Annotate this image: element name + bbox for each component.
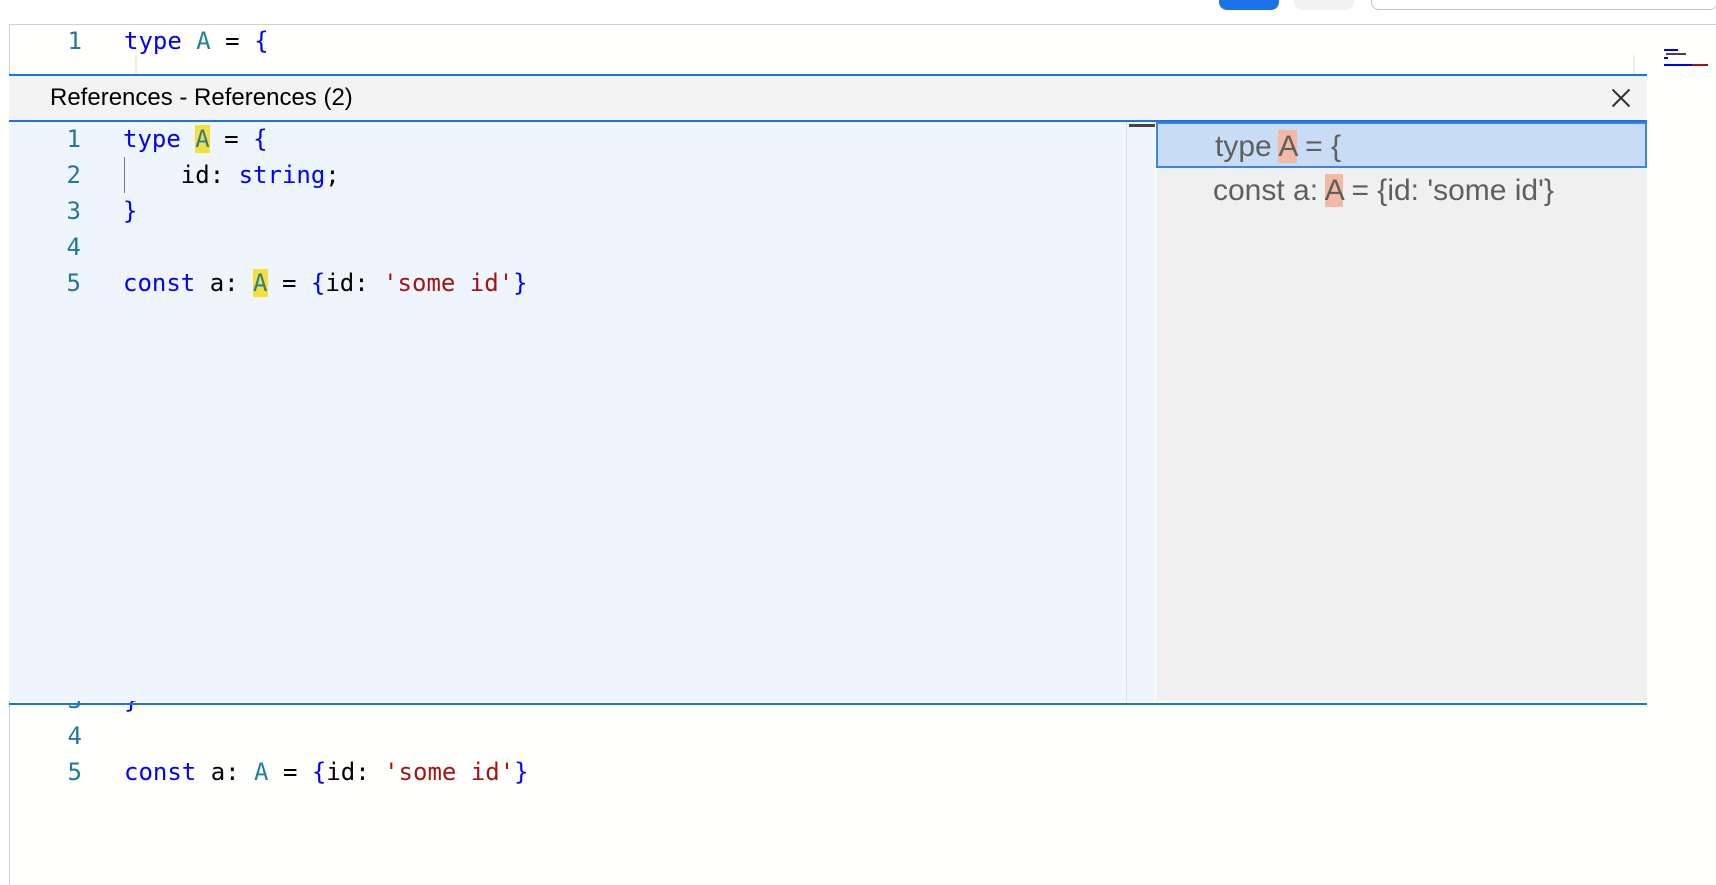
code-token: {: [254, 27, 269, 55]
reference-item[interactable]: const a: A = {id: 'some id'}: [1156, 168, 1647, 214]
toolbar-search-input[interactable]: [1371, 0, 1716, 10]
code-token: =: [268, 758, 312, 786]
code-token: A: [254, 758, 269, 786]
close-icon[interactable]: [1607, 84, 1635, 112]
code-token: const: [123, 269, 196, 297]
reference-text-after: = {id: 'some id'}: [1343, 174, 1554, 207]
peek-title: References - References (2): [50, 84, 353, 111]
code-token: a:: [195, 269, 254, 297]
line-number: 1: [67, 27, 82, 55]
toolbar-primary-button[interactable]: [1219, 0, 1279, 10]
toolbar-secondary-button[interactable]: [1294, 0, 1354, 10]
code-token: {: [310, 269, 326, 297]
line-number: 2: [66, 161, 81, 189]
line-number: 5: [67, 758, 82, 786]
reference-text-before: const a:: [1213, 174, 1325, 207]
code-token: id:: [325, 269, 384, 297]
line-number: 3: [66, 197, 81, 225]
code-token: }: [123, 197, 138, 225]
code-token: 'some id': [384, 758, 515, 786]
reference-text-after: = {: [1296, 130, 1341, 163]
references-peek-widget: References - References (2) 1 type A = {2…: [9, 74, 1647, 705]
peek-scrollbar-thumb[interactable]: [1129, 124, 1155, 127]
line-code: }: [123, 193, 137, 229]
code-token: A: [196, 27, 211, 55]
reference-highlight: A: [195, 125, 210, 153]
minimap[interactable]: [1664, 49, 1716, 89]
code-token: }: [513, 269, 528, 297]
references-list[interactable]: type A = {const a: A = {id: 'some id'}: [1156, 122, 1647, 701]
peek-editor[interactable]: 1 type A = {2 id: string; 3} 4 5 const a: A =…: [9, 122, 1126, 701]
line-number: 5: [66, 269, 81, 297]
line-code: type A = {: [123, 121, 268, 157]
reference-highlight: A: [253, 269, 268, 297]
code-token: type: [123, 125, 181, 153]
code-token: type: [124, 27, 182, 55]
line-code: id: string;: [123, 157, 340, 193]
code-token: =: [209, 125, 254, 153]
code-token: {: [311, 758, 327, 786]
code-token: {: [253, 125, 268, 153]
code-token: id:: [326, 758, 385, 786]
line-code: const a: A = {id: 'some id'}: [124, 754, 529, 790]
peek-scrollbar[interactable]: [1127, 122, 1155, 701]
line-number: 4: [66, 233, 81, 261]
line-code: type A = {: [124, 23, 269, 59]
line-number: 4: [67, 722, 82, 750]
reference-item-text: const a: A = {id: 'some id'}: [1213, 168, 1554, 214]
indent-guide: [124, 157, 125, 193]
reference-match: A: [1278, 130, 1297, 163]
code-token: }: [514, 758, 529, 786]
line-code: const a: A = {id: 'some id'}: [123, 265, 528, 301]
reference-item-text: type A = {: [1215, 124, 1341, 170]
code-token: const: [124, 758, 197, 786]
code-token: 'some id': [383, 269, 514, 297]
code-token: string: [238, 161, 326, 189]
reference-text-before: type: [1215, 130, 1279, 163]
code-token: a:: [196, 758, 255, 786]
code-token: =: [267, 269, 311, 297]
line-number: 1: [66, 125, 81, 153]
peek-header: References - References (2): [9, 76, 1647, 122]
code-token: =: [210, 27, 255, 55]
reference-match: A: [1324, 174, 1344, 207]
code-token: ;: [325, 161, 340, 189]
code-token: id:: [123, 161, 239, 189]
reference-item[interactable]: type A = {: [1156, 122, 1647, 168]
